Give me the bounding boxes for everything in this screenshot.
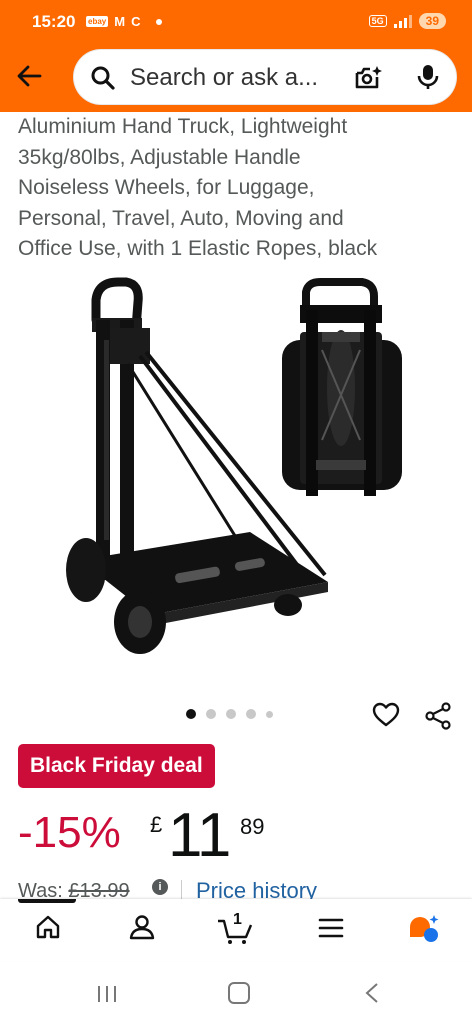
product-image-gallery[interactable]	[0, 270, 472, 670]
top-bar: 15:20 ebay M C 5G 39 Search or ask a...	[0, 0, 472, 112]
system-navigation-bar	[0, 962, 472, 1024]
gallery-pagination[interactable]	[186, 709, 273, 719]
active-tab-indicator	[18, 899, 76, 903]
back-nav-icon[interactable]	[364, 982, 380, 1004]
hand-truck-folded-image	[282, 278, 402, 496]
rufus-icon[interactable]	[406, 913, 442, 945]
price-fraction: 89	[240, 814, 265, 839]
home-icon[interactable]	[34, 913, 62, 941]
product-title-line: 35kg/80lbs, Adjustable Handle	[18, 145, 301, 169]
c-notification-icon: C	[131, 14, 141, 29]
signal-icon	[393, 14, 412, 28]
product-title-line: Office Use, with 1 Elastic Ropes, black	[18, 237, 378, 260]
gallery-dot[interactable]	[266, 710, 273, 718]
notification-icons: ebay M C	[86, 14, 163, 29]
status-time: 15:20	[32, 12, 76, 31]
status-bar: 15:20 ebay M C 5G 39	[0, 0, 472, 46]
network-type-icon: 5G	[368, 15, 387, 27]
cart-count: 1	[233, 911, 242, 928]
search-icon	[91, 66, 115, 90]
search-input[interactable]: Search or ask a...	[130, 64, 318, 92]
divider	[181, 880, 182, 900]
deal-badge: Black Friday deal	[18, 744, 215, 788]
menu-icon[interactable]	[318, 917, 344, 939]
recent-apps-icon[interactable]	[96, 984, 118, 1004]
search-bar[interactable]: Search or ask a...	[74, 50, 456, 104]
cart-button[interactable]: 1	[216, 911, 256, 945]
product-title-line: Personal, Travel, Auto, Moving and	[18, 206, 344, 230]
bottom-navigation: 1	[0, 899, 472, 961]
gallery-dot[interactable]	[206, 709, 216, 719]
price-whole: 11	[168, 801, 231, 870]
microphone-icon[interactable]	[416, 63, 440, 91]
ebay-notification-icon: ebay	[86, 16, 109, 27]
camera-search-icon[interactable]	[354, 64, 384, 92]
account-icon[interactable]	[128, 913, 156, 941]
discount-percentage: -15%	[18, 808, 121, 857]
product-title-line: Noiseless Wheels, for Luggage,	[18, 176, 315, 199]
more-notifications-dot-icon	[156, 18, 163, 25]
status-right: 5G 39	[368, 13, 446, 29]
price-currency: £	[150, 812, 163, 837]
home-nav-icon[interactable]	[228, 982, 250, 1004]
product-title-line: Aluminium Hand Truck, Lightweight	[18, 115, 348, 138]
info-icon[interactable]: i	[152, 879, 168, 895]
wishlist-heart-icon[interactable]	[372, 702, 400, 728]
product-title: Aluminium Hand Truck, Lightweight 35kg/8…	[18, 112, 458, 265]
back-arrow-icon[interactable]	[14, 60, 46, 92]
share-icon[interactable]	[424, 702, 452, 730]
gallery-dot[interactable]	[246, 709, 256, 719]
battery-icon: 39	[418, 13, 446, 29]
gallery-dot[interactable]	[226, 709, 236, 719]
gmail-notification-icon: M	[114, 14, 126, 29]
gallery-dot[interactable]	[186, 709, 196, 719]
